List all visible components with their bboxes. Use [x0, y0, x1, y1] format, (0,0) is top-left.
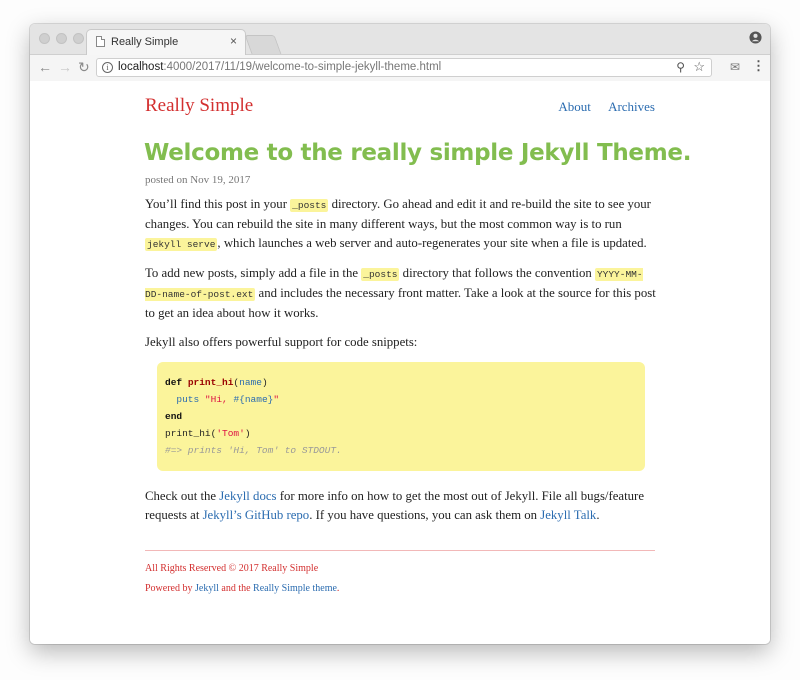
jekyll-docs-link[interactable]: Jekyll docs — [219, 489, 276, 503]
site-title[interactable]: Really Simple — [145, 95, 253, 117]
code-token: def — [165, 377, 183, 388]
site-nav: About Archives — [544, 99, 655, 115]
code-token: puts — [165, 394, 205, 405]
forward-icon[interactable]: → — [58, 60, 72, 74]
reload-icon[interactable]: ↻ — [78, 60, 90, 74]
extension-icon[interactable]: ✉ — [730, 60, 740, 74]
text: . If you have questions, you can ask the… — [309, 508, 541, 522]
address-bar[interactable]: i localhost:4000/2017/11/19/welcome-to-s… — [96, 58, 712, 77]
text: You’ll find this post in your — [145, 197, 291, 211]
menu-icon[interactable]: ⋮ — [752, 58, 765, 74]
info-icon[interactable]: i — [102, 62, 113, 73]
site-footer: All Rights Reserved © 2017 Really Simple… — [145, 559, 339, 599]
footer-jekyll-link[interactable]: Jekyll — [195, 583, 219, 594]
profile-icon[interactable] — [749, 31, 762, 44]
url-path: :4000/2017/11/19/welcome-to-simple-jekyl… — [163, 61, 442, 73]
bookmark-star-icon[interactable]: ☆ — [693, 59, 705, 75]
code-token: 'Tom' — [216, 428, 245, 439]
text: , which launches a web server and auto-r… — [217, 236, 647, 250]
inline-code: jekyll serve — [145, 238, 218, 251]
tab-title: Really Simple — [111, 36, 179, 48]
back-icon[interactable]: ← — [38, 60, 52, 74]
code-token: "Hi, — [204, 394, 234, 405]
code-line: def print_hi(name) — [165, 374, 637, 391]
post-date: posted on Nov 19, 2017 — [145, 174, 251, 186]
search-icon[interactable]: ⚲ — [676, 60, 685, 74]
document-icon — [96, 36, 105, 47]
paragraph: Check out the Jekyll docs for more info … — [145, 487, 657, 525]
footer-divider — [145, 550, 655, 551]
code-token: #{name} — [233, 394, 274, 405]
new-tab-button[interactable] — [244, 35, 282, 54]
code-comment: #=> prints 'Hi, Tom' to STDOUT. — [165, 445, 342, 456]
text: . — [336, 583, 340, 594]
inline-code: _posts — [290, 199, 329, 212]
close-window-button[interactable] — [39, 33, 50, 44]
minimize-window-button[interactable] — [56, 33, 67, 44]
footer-powered-by: Powered by Jekyll and the Really Simple … — [145, 579, 339, 599]
browser-toolbar: ← → ↻ i localhost:4000/2017/11/19/welcom… — [30, 55, 770, 82]
code-token: print_hi — [187, 377, 234, 388]
text: . — [596, 508, 600, 522]
nav-about-link[interactable]: About — [558, 99, 591, 114]
jekyll-talk-link[interactable]: Jekyll Talk — [540, 508, 596, 522]
code-block: def print_hi(name) puts "Hi, #{name}" en… — [157, 362, 645, 471]
text: To add new posts, simply add a file in t… — [145, 266, 362, 280]
window-controls — [39, 33, 84, 44]
url-host: localhost — [118, 61, 164, 73]
url-text[interactable]: localhost:4000/2017/11/19/welcome-to-sim… — [118, 61, 441, 73]
desktop: Really Simple × ← → ↻ i localhost:4000/2… — [0, 0, 800, 680]
code-line: puts "Hi, #{name}" — [165, 391, 637, 408]
post-content: You’ll find this post in your _posts dir… — [145, 195, 657, 535]
tab-strip: Really Simple × — [30, 24, 770, 55]
nav-archives-link[interactable]: Archives — [608, 99, 655, 114]
code-token: end — [165, 411, 183, 422]
text: and the — [218, 583, 254, 594]
code-line: end — [165, 408, 637, 425]
text: directory that follows the convention — [399, 266, 595, 280]
paragraph: To add new posts, simply add a file in t… — [145, 264, 657, 323]
web-page: Really Simple About Archives Welcome to … — [30, 81, 770, 644]
code-token: ) — [244, 428, 251, 439]
code-token: name — [239, 377, 262, 388]
maximize-window-button[interactable] — [73, 33, 84, 44]
inline-code: _posts — [361, 268, 400, 281]
paragraph: You’ll find this post in your _posts dir… — [145, 195, 657, 254]
footer-theme-link[interactable]: Really Simple theme — [253, 583, 337, 594]
tab-close-icon[interactable]: × — [230, 34, 237, 48]
text: Powered by — [145, 583, 195, 594]
code-token: ) — [261, 377, 268, 388]
jekyll-github-link[interactable]: Jekyll’s GitHub repo — [203, 508, 310, 522]
code-line: print_hi('Tom') — [165, 425, 637, 442]
tab-active[interactable]: Really Simple × — [86, 29, 246, 55]
paragraph: Jekyll also offers powerful support for … — [145, 335, 418, 349]
footer-copyright: All Rights Reserved © 2017 Really Simple — [145, 563, 319, 574]
code-token: " — [273, 394, 280, 405]
text: Check out the — [145, 489, 220, 503]
browser-window: Really Simple × ← → ↻ i localhost:4000/2… — [30, 24, 770, 644]
code-token: print_hi( — [165, 428, 217, 439]
post-title: Welcome to the really simple Jekyll Them… — [144, 140, 692, 166]
code-line: #=> prints 'Hi, Tom' to STDOUT. — [165, 442, 637, 459]
